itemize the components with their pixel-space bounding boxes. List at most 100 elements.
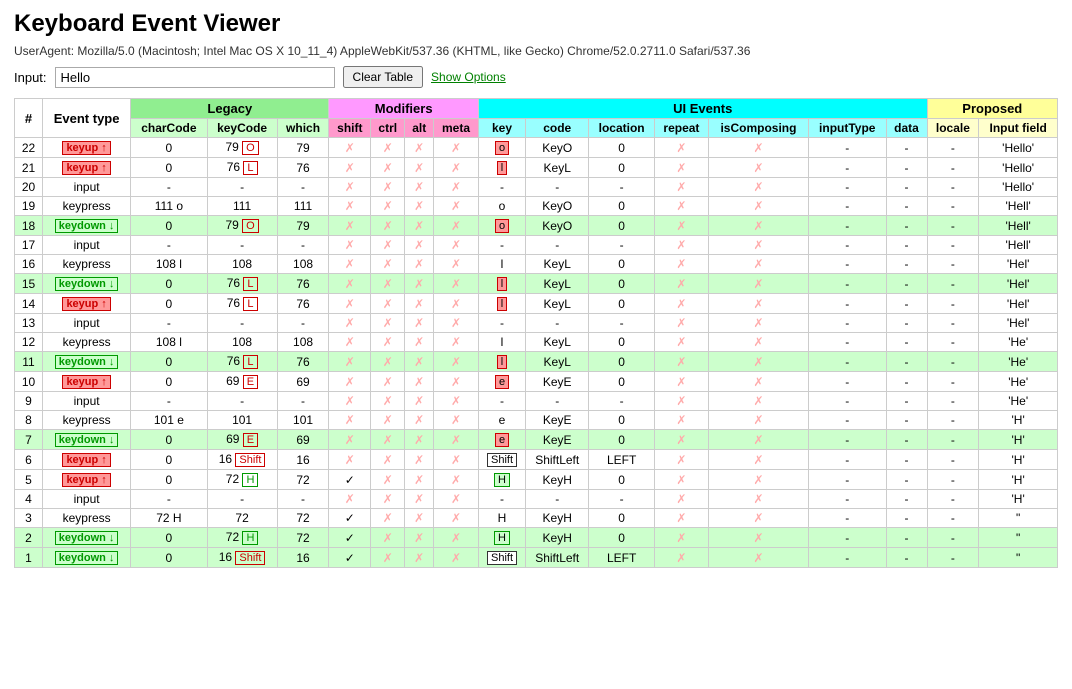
cell-repeat: ✗ [654, 392, 708, 411]
cell-which: 76 [277, 352, 329, 372]
cell-location: 0 [589, 274, 655, 294]
cell-locale: - [927, 138, 979, 158]
cell-ctrl: ✗ [371, 548, 405, 568]
cell-iscomposing: ✗ [708, 509, 808, 528]
useragent-text: UserAgent: Mozilla/5.0 (Macintosh; Intel… [14, 44, 1058, 58]
cell-eventtype: keypress [43, 255, 131, 274]
group-modifiers: Modifiers [329, 99, 479, 119]
cell-data: - [886, 314, 927, 333]
cell-keycode: 76 L [207, 352, 277, 372]
cell-inputtype: - [808, 528, 886, 548]
cell-num: 5 [15, 470, 43, 490]
cell-keycode: - [207, 178, 277, 197]
cell-charcode: 0 [131, 548, 207, 568]
cell-shift: ✗ [329, 236, 371, 255]
cell-charcode: 72 H [131, 509, 207, 528]
cell-alt: ✗ [405, 548, 434, 568]
cell-location: - [589, 392, 655, 411]
cell-charcode: 0 [131, 430, 207, 450]
cell-key: - [478, 314, 525, 333]
cell-code: KeyL [526, 294, 589, 314]
cell-num: 1 [15, 548, 43, 568]
col-code: code [526, 119, 589, 138]
cell-code: ShiftLeft [526, 450, 589, 470]
cell-shift: ✗ [329, 314, 371, 333]
cell-key: H [478, 528, 525, 548]
col-location: location [589, 119, 655, 138]
cell-shift: ✗ [329, 352, 371, 372]
table-row: 19keypress111 o111111✗✗✗✗oKeyO0✗✗---'Hel… [15, 197, 1058, 216]
cell-ctrl: ✗ [371, 470, 405, 490]
cell-shift: ✗ [329, 216, 371, 236]
clear-button[interactable]: Clear Table [343, 66, 423, 88]
cell-meta: ✗ [434, 197, 479, 216]
cell-alt: ✗ [405, 333, 434, 352]
cell-eventtype: keyup ↑ [43, 158, 131, 178]
cell-eventtype: keydown ↓ [43, 274, 131, 294]
cell-data: - [886, 470, 927, 490]
cell-meta: ✗ [434, 333, 479, 352]
cell-charcode: 0 [131, 138, 207, 158]
cell-shift: ✗ [329, 158, 371, 178]
col-alt: alt [405, 119, 434, 138]
cell-ctrl: ✗ [371, 314, 405, 333]
cell-eventtype: keypress [43, 333, 131, 352]
cell-code: KeyL [526, 274, 589, 294]
input-row: Input: Clear Table Show Options [14, 66, 1058, 88]
table-row: 21keyup ↑076 L76✗✗✗✗lKeyL0✗✗---'Hello' [15, 158, 1058, 178]
col-header-eventtype: Event type [43, 99, 131, 138]
cell-location: - [589, 314, 655, 333]
cell-alt: ✗ [405, 372, 434, 392]
cell-keycode: 111 [207, 197, 277, 216]
cell-meta: ✗ [434, 236, 479, 255]
cell-repeat: ✗ [654, 352, 708, 372]
cell-ctrl: ✗ [371, 274, 405, 294]
cell-location: LEFT [589, 450, 655, 470]
show-options-link[interactable]: Show Options [431, 70, 506, 84]
cell-iscomposing: ✗ [708, 470, 808, 490]
cell-data: - [886, 216, 927, 236]
cell-repeat: ✗ [654, 216, 708, 236]
cell-iscomposing: ✗ [708, 138, 808, 158]
cell-charcode: - [131, 178, 207, 197]
cell-keycode: 76 L [207, 158, 277, 178]
input-field[interactable] [55, 67, 335, 88]
cell-inputtype: - [808, 509, 886, 528]
cell-keycode: 76 L [207, 294, 277, 314]
cell-shift: ✗ [329, 333, 371, 352]
col-inputfield: Input field [979, 119, 1058, 138]
cell-which: 101 [277, 411, 329, 430]
cell-repeat: ✗ [654, 138, 708, 158]
cell-data: - [886, 138, 927, 158]
cell-data: - [886, 178, 927, 197]
cell-which: 69 [277, 372, 329, 392]
cell-meta: ✗ [434, 509, 479, 528]
cell-key: - [478, 392, 525, 411]
cell-meta: ✗ [434, 528, 479, 548]
cell-keycode: 16 Shift [207, 548, 277, 568]
table-row: 2keydown ↓072 H72✓✗✗✗HKeyH0✗✗---" [15, 528, 1058, 548]
cell-data: - [886, 490, 927, 509]
cell-ctrl: ✗ [371, 528, 405, 548]
cell-eventtype: keyup ↑ [43, 138, 131, 158]
cell-inputfield: 'He' [979, 372, 1058, 392]
cell-alt: ✗ [405, 216, 434, 236]
cell-keycode: 72 H [207, 470, 277, 490]
cell-location: 0 [589, 352, 655, 372]
cell-which: 72 [277, 470, 329, 490]
cell-shift: ✗ [329, 197, 371, 216]
cell-ctrl: ✗ [371, 509, 405, 528]
col-keycode: keyCode [207, 119, 277, 138]
cell-charcode: 0 [131, 528, 207, 548]
cell-code: - [526, 392, 589, 411]
cell-data: - [886, 158, 927, 178]
cell-iscomposing: ✗ [708, 528, 808, 548]
cell-shift: ✗ [329, 294, 371, 314]
cell-locale: - [927, 548, 979, 568]
cell-code: - [526, 236, 589, 255]
cell-eventtype: keydown ↓ [43, 352, 131, 372]
cell-key: Shift [478, 548, 525, 568]
cell-eventtype: input [43, 490, 131, 509]
cell-data: - [886, 411, 927, 430]
table-row: 17input---✗✗✗✗---✗✗---'Hell' [15, 236, 1058, 255]
